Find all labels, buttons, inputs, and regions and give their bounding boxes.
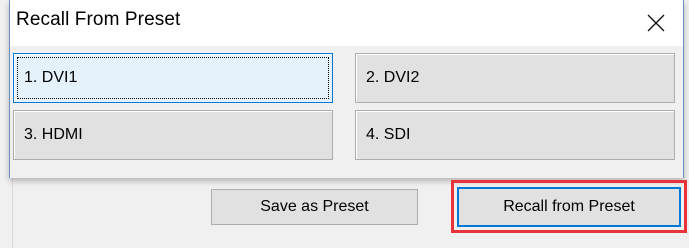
- dialog-body: 1. DVI1 2. DVI2 3. HDMI 4. SDI: [10, 46, 683, 178]
- dialog-titlebar: Recall From Preset: [10, 0, 683, 46]
- preset-button-1[interactable]: 1. DVI1: [13, 53, 333, 103]
- close-button[interactable]: [637, 6, 675, 40]
- recall-from-preset-label: Recall from Preset: [503, 198, 635, 215]
- close-icon: [647, 14, 665, 32]
- preset-label: 3. HDMI: [24, 126, 83, 143]
- preset-button-3[interactable]: 3. HDMI: [13, 110, 333, 160]
- dialog-title: Recall From Preset: [16, 9, 181, 30]
- save-as-preset-button[interactable]: Save as Preset: [211, 189, 418, 225]
- recall-preset-dialog: Recall From Preset 1. DVI1 2. DVI2 3. HD…: [9, 0, 684, 178]
- preset-button-2[interactable]: 2. DVI2: [355, 53, 675, 103]
- preset-label: 4. SDI: [366, 126, 411, 143]
- save-as-preset-label: Save as Preset: [260, 198, 369, 215]
- preset-button-4[interactable]: 4. SDI: [355, 110, 675, 160]
- recall-from-preset-button[interactable]: Recall from Preset: [457, 187, 681, 227]
- preset-label: 1. DVI1: [24, 69, 78, 86]
- preset-label: 2. DVI2: [366, 69, 420, 86]
